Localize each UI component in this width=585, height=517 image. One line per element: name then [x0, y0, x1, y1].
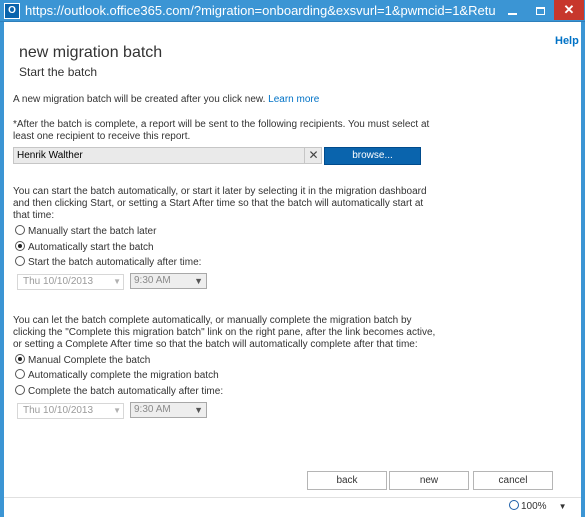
- close-icon: ✕: [563, 2, 575, 17]
- zoom-control[interactable]: 100% ▼: [509, 500, 567, 513]
- option-label: Manually start the batch later: [28, 226, 157, 237]
- option-label: Automatically complete the migration bat…: [28, 370, 219, 381]
- zoom-icon: [509, 500, 519, 510]
- complete-date-picker[interactable]: Thu 10/10/2013 ▼: [17, 403, 124, 419]
- start-desc-line-2: and then clicking Start, or setting a St…: [13, 198, 424, 209]
- recipient-field[interactable]: Henrik Walther ✕: [13, 147, 322, 164]
- window-frame-right: [581, 22, 585, 517]
- intro-text-body: A new migration batch will be created af…: [13, 94, 266, 105]
- radio-button-selected[interactable]: [15, 241, 25, 251]
- learn-more-link[interactable]: Learn more: [268, 94, 319, 105]
- intro-text: A new migration batch will be created af…: [13, 94, 319, 106]
- window-titlebar: O https://outlook.office365.com/?migrati…: [0, 0, 585, 22]
- radio-button-selected[interactable]: [15, 354, 25, 364]
- complete-time-select[interactable]: 9:30 AM ▼: [130, 402, 207, 418]
- start-date-picker[interactable]: Thu 10/10/2013 ▼: [17, 274, 124, 290]
- maximize-button[interactable]: [526, 0, 554, 20]
- status-bar-divider: [4, 497, 581, 498]
- complete-desc-line-3: or setting a Complete After time so that…: [13, 339, 418, 350]
- radio-button[interactable]: [15, 225, 25, 235]
- page-title: new migration batch: [19, 44, 163, 61]
- option-label: Manual Complete the batch: [28, 355, 151, 366]
- start-option-manual[interactable]: Manually start the batch later: [15, 225, 156, 238]
- complete-desc-line-1: You can let the batch complete automatic…: [13, 315, 412, 326]
- window-frame-left: [0, 22, 4, 517]
- complete-desc-line-2: clicking the "Complete this migration ba…: [13, 327, 436, 338]
- report-text-line-2: least one recipient to receive this repo…: [13, 131, 191, 142]
- start-desc-line-1: You can start the batch automatically, o…: [13, 186, 427, 197]
- option-label: Automatically start the batch: [28, 242, 154, 253]
- close-window-button[interactable]: ✕: [554, 0, 584, 20]
- minimize-icon: [507, 12, 517, 15]
- start-date-value: Thu 10/10/2013: [23, 276, 94, 287]
- report-text-line-1: *After the batch is complete, a report w…: [13, 119, 430, 130]
- chevron-down-icon: ▼: [558, 502, 567, 511]
- zoom-level: 100%: [521, 501, 547, 512]
- start-time-value: 9:30 AM: [134, 275, 171, 286]
- cancel-button[interactable]: cancel: [473, 471, 553, 490]
- new-button[interactable]: new: [389, 471, 469, 490]
- start-option-after-time[interactable]: Start the batch automatically after time…: [15, 256, 201, 269]
- start-desc-line-3: that time:: [13, 210, 55, 221]
- start-time-select[interactable]: 9:30 AM ▼: [130, 273, 207, 289]
- start-option-automatic[interactable]: Automatically start the batch: [15, 241, 154, 254]
- radio-button[interactable]: [15, 256, 25, 266]
- browse-button[interactable]: browse...: [324, 147, 421, 165]
- maximize-icon: [535, 6, 545, 15]
- remove-recipient-icon[interactable]: ✕: [304, 148, 322, 163]
- radio-button[interactable]: [15, 369, 25, 379]
- option-label: Start the batch automatically after time…: [28, 257, 202, 268]
- complete-option-automatic[interactable]: Automatically complete the migration bat…: [15, 369, 219, 382]
- window-url: https://outlook.office365.com/?migration…: [25, 3, 495, 18]
- complete-option-manual[interactable]: Manual Complete the batch: [15, 354, 150, 367]
- minimize-button[interactable]: [498, 0, 526, 20]
- radio-button[interactable]: [15, 385, 25, 395]
- chevron-down-icon: ▼: [113, 406, 121, 415]
- complete-time-value: 9:30 AM: [134, 404, 171, 415]
- chevron-down-icon: ▼: [113, 277, 121, 286]
- chevron-down-icon: ▼: [194, 405, 203, 415]
- chevron-down-icon: ▼: [194, 276, 203, 286]
- complete-option-after-time[interactable]: Complete the batch automatically after t…: [15, 385, 223, 398]
- back-button[interactable]: back: [307, 471, 387, 490]
- help-link[interactable]: Help: [555, 35, 579, 47]
- complete-date-value: Thu 10/10/2013: [23, 405, 94, 416]
- page-subtitle: Start the batch: [19, 65, 98, 79]
- option-label: Complete the batch automatically after t…: [28, 386, 224, 397]
- recipient-name: Henrik Walther: [17, 150, 83, 161]
- outlook-icon: O: [4, 3, 20, 19]
